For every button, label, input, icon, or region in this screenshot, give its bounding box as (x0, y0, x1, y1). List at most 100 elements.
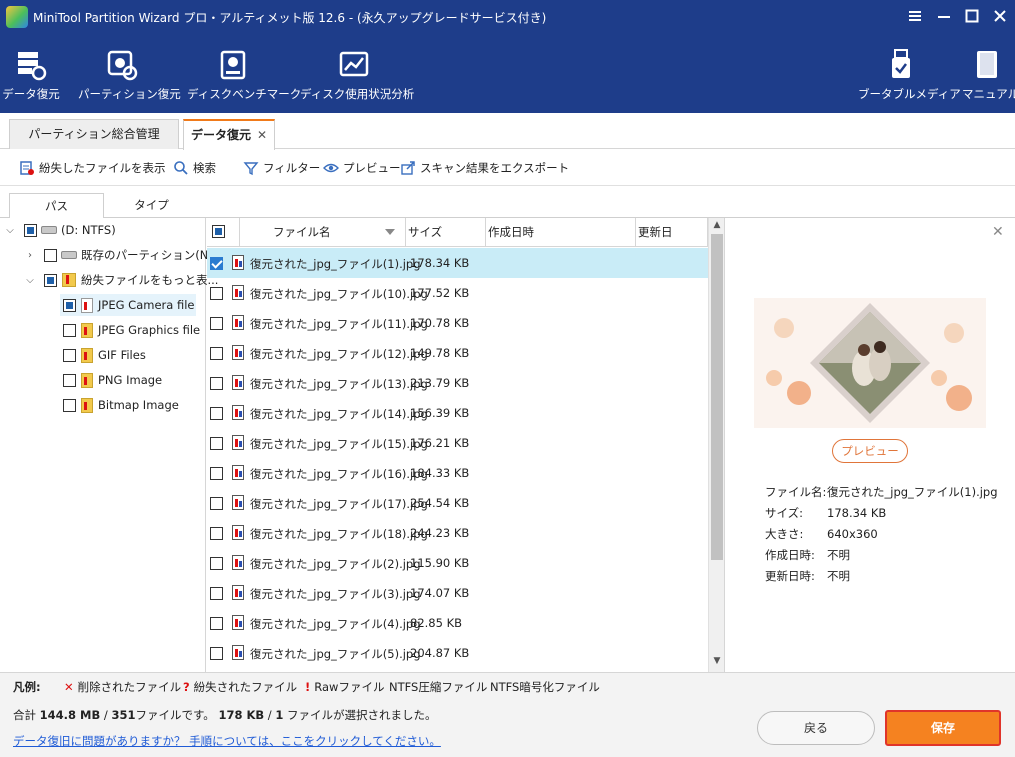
preview-button[interactable]: プレビュー (323, 159, 401, 177)
row-checkbox[interactable] (210, 467, 223, 480)
file-size: 170.78 KB (410, 316, 470, 330)
checkbox[interactable] (63, 323, 76, 337)
table-row[interactable]: 復元された_jpg_ファイル(4).jpg 82.85 KB (207, 608, 708, 638)
table-row[interactable]: 復元された_jpg_ファイル(10).jpg 177.52 KB (207, 278, 708, 308)
tree-node-jpeg-camera[interactable]: JPEG Camera file (60, 294, 196, 316)
row-checkbox[interactable] (210, 527, 223, 540)
info-value: 不明 (827, 569, 850, 583)
export-scan-button[interactable]: スキャン結果をエクスポート (400, 159, 569, 177)
tab-path[interactable]: パス (9, 193, 104, 219)
folder-tree: ⌵ (D: NTFS) › 既存のパーティション(N... ⌵ 紛失ファイルをも… (0, 218, 219, 672)
file-name: 復元された_jpg_ファイル(5).jpg (250, 647, 421, 661)
scroll-thumb[interactable] (711, 234, 723, 560)
info-key: ファイル名: (765, 485, 827, 499)
scroll-down-icon[interactable]: ▼ (709, 656, 724, 670)
ribbon-disk-benchmark-button[interactable]: ディスクベンチマーク (187, 48, 301, 108)
column-header-modified[interactable]: 更新日 (636, 218, 708, 247)
row-checkbox[interactable] (210, 257, 223, 270)
chevron-down-icon[interactable]: ⌵ (4, 225, 16, 236)
table-row[interactable]: 復元された_jpg_ファイル(14).jpg 156.39 KB (207, 398, 708, 428)
ribbon-bootable-media-button[interactable]: ブータブルメディア (858, 48, 961, 108)
tree-node-png[interactable]: PNG Image (60, 369, 162, 391)
ribbon-partition-recovery-button[interactable]: パーティション復元 (78, 48, 181, 108)
table-row[interactable]: 復元された_jpg_ファイル(11).jpg 170.78 KB (207, 308, 708, 338)
ribbon-data-recovery-button[interactable]: データ復元 (2, 48, 60, 108)
maximize-icon[interactable] (963, 8, 981, 26)
table-row[interactable]: 復元された_jpg_ファイル(5).jpg 204.87 KB (207, 638, 708, 668)
row-checkbox[interactable] (210, 557, 223, 570)
search-button[interactable]: 検索 (173, 159, 216, 177)
ribbon-space-analyzer-button[interactable]: ディスク使用状況分析 (300, 48, 414, 108)
ribbon-manual-button[interactable]: マニュアル (962, 48, 1015, 108)
table-row[interactable]: 復元された_jpg_ファイル(18).jpg 244.23 KB (207, 518, 708, 548)
info-key: 作成日時: (765, 548, 815, 562)
tab-close-icon[interactable]: ✕ (257, 128, 267, 142)
jpg-file-icon (232, 255, 244, 270)
file-icon (81, 372, 93, 388)
row-checkbox[interactable] (210, 287, 223, 300)
checkbox[interactable] (63, 398, 76, 412)
tab-partition-management[interactable]: パーティション総合管理 (9, 119, 179, 149)
checkbox[interactable] (44, 248, 57, 262)
preview-action-button[interactable]: プレビュー (832, 439, 908, 463)
show-lost-files-button[interactable]: 紛失したファイルを表示 (19, 159, 166, 177)
scroll-up-icon[interactable]: ▲ (709, 220, 724, 234)
info-filename: ファイル名:復元された_jpg_ファイル(1).jpg (765, 484, 998, 500)
table-row[interactable]: 復元された_jpg_ファイル(17).jpg 254.54 KB (207, 488, 708, 518)
file-name: 復元された_jpg_ファイル(14).jpg (250, 407, 428, 421)
close-icon[interactable] (991, 8, 1009, 26)
preview-panel: ✕ プレビュー ファイル名:復元された_jpg_ファイル(1).jpg サイズ:… (726, 218, 1015, 672)
checkbox[interactable] (63, 298, 76, 312)
row-checkbox[interactable] (210, 647, 223, 660)
file-icon (81, 297, 93, 313)
tab-type[interactable]: タイプ (104, 193, 199, 219)
table-row[interactable]: 復元された_jpg_ファイル(1).jpg 178.34 KB (207, 248, 708, 278)
checkbox[interactable] (44, 273, 57, 287)
table-row[interactable]: 復元された_jpg_ファイル(3).jpg 174.07 KB (207, 578, 708, 608)
table-row[interactable]: 復元された_jpg_ファイル(12).jpg 149.78 KB (207, 338, 708, 368)
status-text: ファイルです。 (135, 708, 219, 722)
checkbox[interactable] (63, 348, 76, 362)
tree-node-lost[interactable]: ⌵ 紛失ファイルをもっと表... (24, 269, 218, 291)
row-checkbox[interactable] (210, 347, 223, 360)
checkbox[interactable] (24, 223, 37, 237)
legend-label: 削除されたファイル (77, 680, 182, 694)
row-checkbox[interactable] (210, 377, 223, 390)
row-checkbox[interactable] (210, 437, 223, 450)
minimize-icon[interactable] (935, 8, 953, 26)
row-checkbox[interactable] (210, 407, 223, 420)
window-title: MiniTool Partition Wizard プロ・アルティメット版 12… (33, 11, 547, 25)
tree-node-bitmap[interactable]: Bitmap Image (60, 394, 179, 416)
row-checkbox[interactable] (210, 317, 223, 330)
toolbar-label: スキャン結果をエクスポート (420, 161, 570, 175)
tree-node-root[interactable]: ⌵ (D: NTFS) (4, 219, 116, 241)
preview-close-icon[interactable]: ✕ (992, 224, 1004, 240)
table-row[interactable]: 復元された_jpg_ファイル(2).jpg 115.90 KB (207, 548, 708, 578)
tree-node-jpeg-graphics[interactable]: JPEG Graphics file (60, 319, 200, 341)
menu-icon[interactable] (906, 8, 924, 26)
column-header-name[interactable]: ファイル名 (240, 218, 406, 247)
tree-node-gif[interactable]: GIF Files (60, 344, 146, 366)
chevron-right-icon[interactable]: › (24, 250, 36, 261)
filter-button[interactable]: フィルター (243, 159, 320, 177)
list-scrollbar[interactable]: ▲ ▼ (708, 218, 724, 672)
chevron-down-icon[interactable]: ⌵ (24, 275, 36, 286)
table-row[interactable]: 復元された_jpg_ファイル(16).jpg 184.33 KB (207, 458, 708, 488)
back-button[interactable]: 戻る (757, 711, 875, 745)
toolbar-label: 紛失したファイルを表示 (39, 161, 166, 175)
tree-node-existing[interactable]: › 既存のパーティション(N... (24, 244, 219, 266)
checkbox[interactable] (63, 373, 76, 387)
info-created: 作成日時: 不明 (765, 547, 850, 563)
column-header-size[interactable]: サイズ (406, 218, 486, 247)
row-checkbox[interactable] (210, 497, 223, 510)
row-checkbox[interactable] (210, 587, 223, 600)
save-button[interactable]: 保存 (885, 710, 1001, 746)
table-row[interactable]: 復元された_jpg_ファイル(13).jpg 213.79 KB (207, 368, 708, 398)
select-all-checkbox[interactable] (212, 225, 225, 238)
file-name: 復元された_jpg_ファイル(18).jpg (250, 527, 428, 541)
column-header-created[interactable]: 作成日時 (486, 218, 636, 247)
table-row[interactable]: 復元された_jpg_ファイル(15).jpg 176.21 KB (207, 428, 708, 458)
tab-data-recovery[interactable]: データ復元 ✕ (183, 119, 275, 150)
row-checkbox[interactable] (210, 617, 223, 630)
help-link[interactable]: データ復旧に問題がありますか？ 手順については、ここをクリックしてください。 (13, 733, 441, 749)
